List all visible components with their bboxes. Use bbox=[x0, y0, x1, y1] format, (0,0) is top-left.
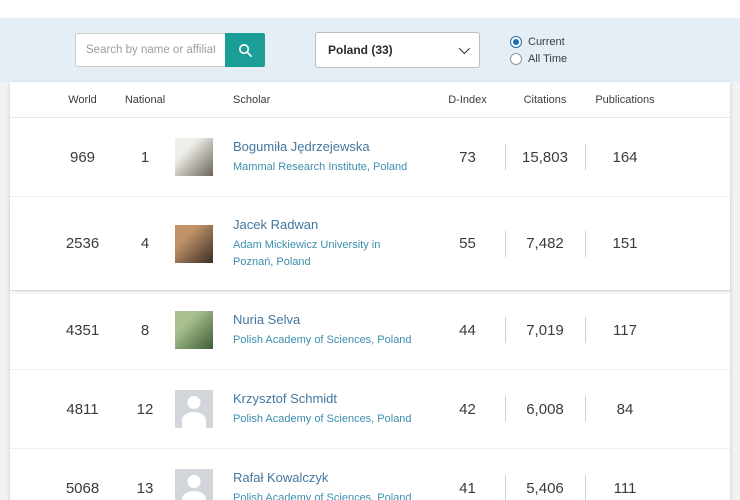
national-rank: 1 bbox=[115, 149, 175, 166]
column-header-world: World bbox=[50, 94, 115, 106]
national-rank: 13 bbox=[115, 480, 175, 497]
radio-label: All Time bbox=[528, 53, 567, 65]
table-header-row: World National Scholar D-Index Citations… bbox=[10, 82, 730, 118]
radio-icon bbox=[510, 53, 522, 65]
citations-value: 6,008 bbox=[505, 390, 585, 428]
column-header-citations: Citations bbox=[505, 94, 585, 106]
column-header-national: National bbox=[115, 94, 175, 106]
search-input[interactable] bbox=[75, 33, 225, 67]
publications-value: 151 bbox=[585, 217, 665, 270]
radio-icon bbox=[510, 36, 522, 48]
scholar-avatar[interactable] bbox=[175, 225, 213, 263]
world-rank: 4351 bbox=[50, 322, 115, 339]
world-rank: 969 bbox=[50, 149, 115, 166]
table-row: 5068 13 Rafał Kowalczyk Polish Academy o… bbox=[10, 449, 730, 500]
publications-value: 164 bbox=[585, 138, 665, 176]
publications-value: 111 bbox=[585, 469, 665, 500]
scholar-cell: Bogumiła Jędrzejewska Mammal Research In… bbox=[233, 139, 430, 176]
scholar-cell: Jacek Radwan Adam Mickiewicz University … bbox=[233, 217, 430, 270]
scholar-cell: Krzysztof Schmidt Polish Academy of Scie… bbox=[233, 391, 430, 428]
d-index-value: 73 bbox=[430, 138, 505, 176]
search-group bbox=[75, 33, 265, 67]
table-row: 4351 8 Nuria Selva Polish Academy of Sci… bbox=[10, 291, 730, 370]
chevron-down-icon bbox=[459, 43, 470, 54]
column-header-d-index: D-Index bbox=[430, 94, 505, 106]
scholar-name-link[interactable]: Rafał Kowalczyk bbox=[233, 470, 420, 485]
citations-value: 7,019 bbox=[505, 311, 585, 349]
country-select-value: Poland (33) bbox=[328, 43, 393, 57]
scholar-avatar[interactable] bbox=[175, 469, 213, 500]
table-row: 969 1 Bogumiła Jędrzejewska Mammal Resea… bbox=[10, 118, 730, 197]
citations-value: 7,482 bbox=[505, 217, 585, 270]
filter-all-time-radio[interactable]: All Time bbox=[510, 53, 567, 65]
citations-value: 5,406 bbox=[505, 469, 585, 500]
world-rank: 4811 bbox=[50, 401, 115, 418]
scholar-name-link[interactable]: Jacek Radwan bbox=[233, 217, 420, 232]
scholar-avatar[interactable] bbox=[175, 390, 213, 428]
search-button[interactable] bbox=[225, 33, 265, 67]
citations-value: 15,803 bbox=[505, 138, 585, 176]
time-filter-group: Current All Time bbox=[510, 36, 567, 65]
d-index-value: 55 bbox=[430, 217, 505, 270]
scholar-avatar[interactable] bbox=[175, 311, 213, 349]
scholar-affiliation-link[interactable]: Mammal Research Institute, Poland bbox=[233, 159, 420, 176]
country-select[interactable]: Poland (33) bbox=[315, 32, 480, 68]
scholar-affiliation-link[interactable]: Polish Academy of Sciences, Poland bbox=[233, 411, 420, 428]
scholar-affiliation-link[interactable]: Adam Mickiewicz University in Poznań, Po… bbox=[233, 237, 420, 270]
scholar-affiliation-link[interactable]: Polish Academy of Sciences, Poland bbox=[233, 332, 420, 349]
scholar-name-link[interactable]: Krzysztof Schmidt bbox=[233, 391, 420, 406]
filter-current-radio[interactable]: Current bbox=[510, 36, 567, 48]
search-icon bbox=[238, 43, 253, 58]
column-header-scholar: Scholar bbox=[233, 94, 430, 106]
scholar-cell: Rafał Kowalczyk Polish Academy of Scienc… bbox=[233, 470, 430, 500]
national-rank: 4 bbox=[115, 235, 175, 252]
radio-label: Current bbox=[528, 36, 565, 48]
ranking-table: World National Scholar D-Index Citations… bbox=[10, 82, 730, 500]
scholar-affiliation-link[interactable]: Polish Academy of Sciences, Poland bbox=[233, 490, 420, 500]
column-header-publications: Publications bbox=[585, 94, 665, 106]
filter-toolbar: Poland (33) Current All Time bbox=[0, 18, 740, 82]
scholar-name-link[interactable]: Nuria Selva bbox=[233, 312, 420, 327]
scholar-cell: Nuria Selva Polish Academy of Sciences, … bbox=[233, 312, 430, 349]
national-rank: 12 bbox=[115, 401, 175, 418]
table-row: 4811 12 Krzysztof Schmidt Polish Academy… bbox=[10, 370, 730, 449]
d-index-value: 42 bbox=[430, 390, 505, 428]
table-row: 2536 4 Jacek Radwan Adam Mickiewicz Univ… bbox=[10, 197, 730, 291]
national-rank: 8 bbox=[115, 322, 175, 339]
world-rank: 2536 bbox=[50, 235, 115, 252]
publications-value: 84 bbox=[585, 390, 665, 428]
d-index-value: 44 bbox=[430, 311, 505, 349]
scholar-name-link[interactable]: Bogumiła Jędrzejewska bbox=[233, 139, 420, 154]
page-top-margin bbox=[0, 0, 740, 18]
scholar-avatar[interactable] bbox=[175, 138, 213, 176]
d-index-value: 41 bbox=[430, 469, 505, 500]
publications-value: 117 bbox=[585, 311, 665, 349]
world-rank: 5068 bbox=[50, 480, 115, 497]
